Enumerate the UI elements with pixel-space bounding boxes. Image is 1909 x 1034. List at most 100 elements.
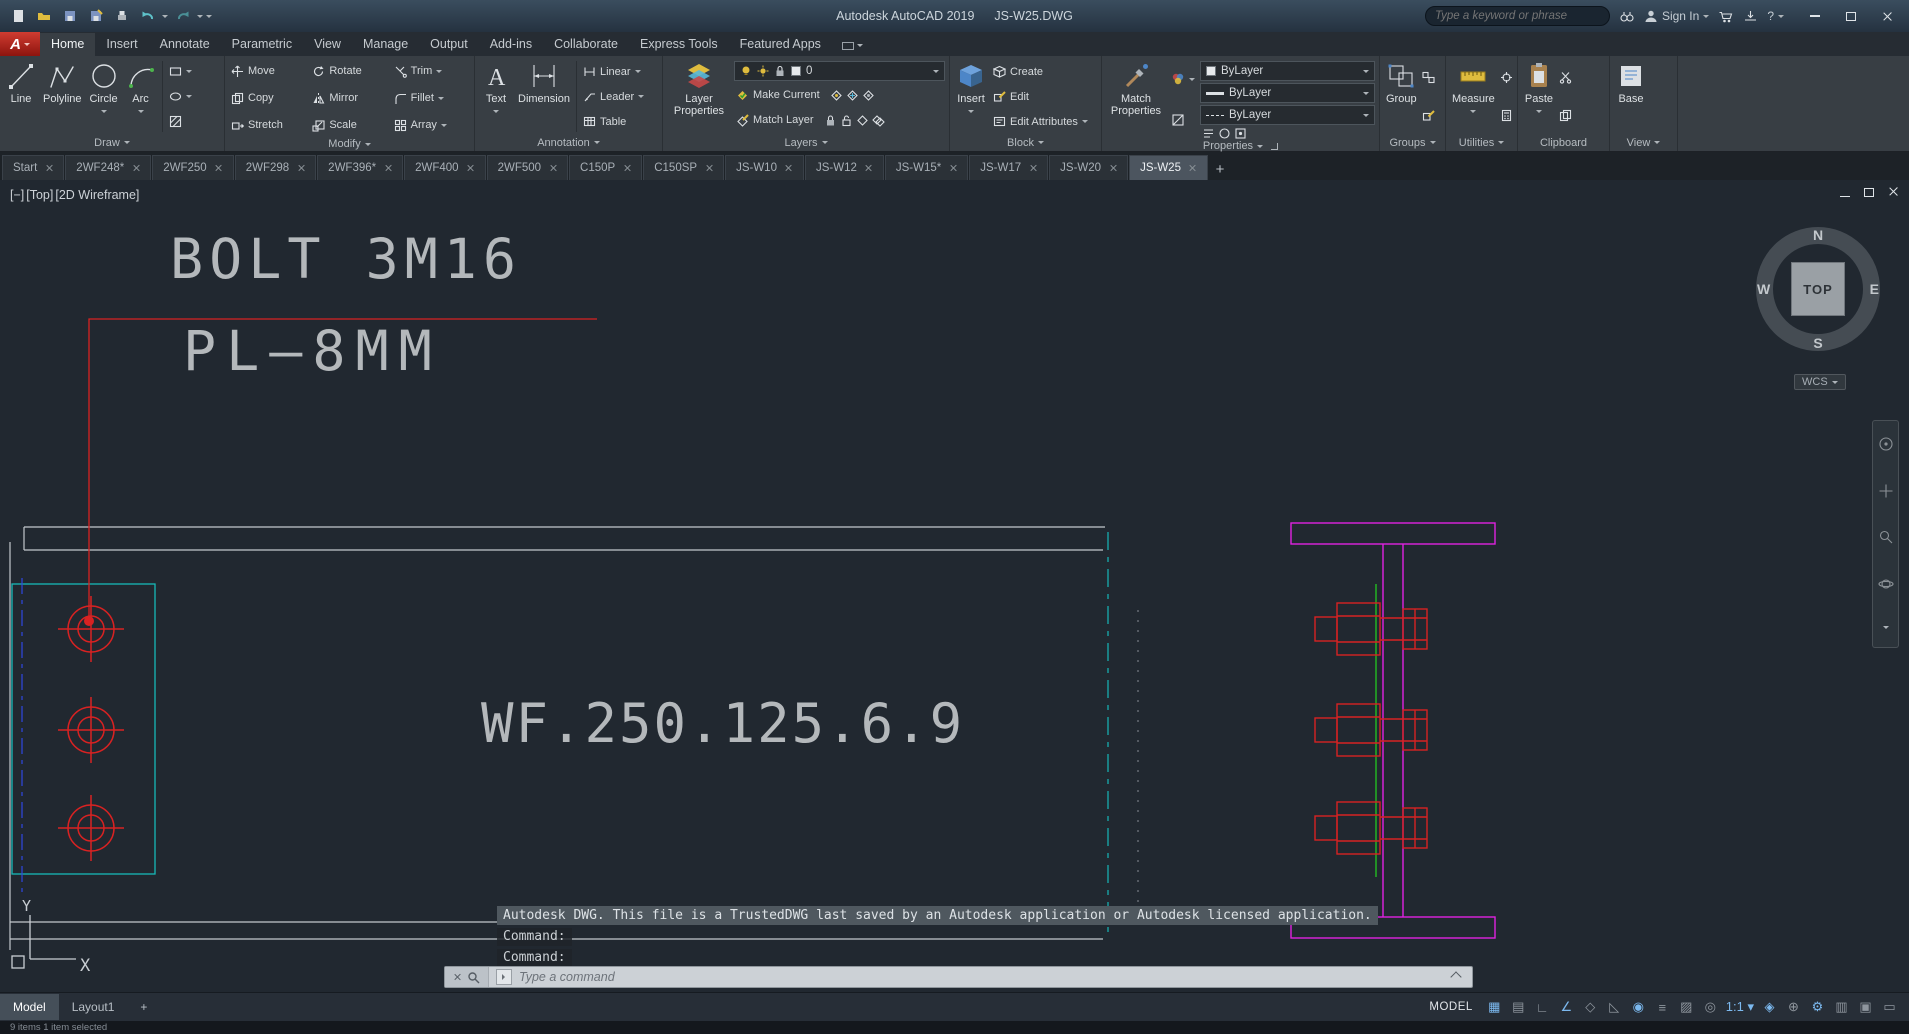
undo-caret-icon[interactable]	[162, 14, 168, 21]
model-space-button[interactable]: MODEL	[1420, 1001, 1481, 1013]
status-toggle[interactable]: ▦	[1483, 996, 1506, 1018]
file-tab-close-icon[interactable]	[865, 164, 873, 172]
status-toggle[interactable]: ⚙	[1806, 996, 1829, 1018]
panel-label-utilities[interactable]: Utilities	[1446, 134, 1517, 151]
new-file-icon[interactable]	[6, 6, 29, 27]
viewcube-east[interactable]: E	[1870, 281, 1879, 297]
search-binoculars-icon[interactable]	[1619, 9, 1635, 23]
status-toggle[interactable]: ◎	[1699, 996, 1722, 1018]
properties-tool-icon[interactable]	[1218, 127, 1231, 140]
circle-button[interactable]: Circle	[87, 59, 121, 134]
file-tab[interactable]: JS-W12	[804, 155, 884, 180]
file-tab-close-icon[interactable]	[467, 164, 475, 172]
status-toggle[interactable]: ▤	[1507, 996, 1530, 1018]
match-layer-button[interactable]: Match Layer	[734, 109, 816, 131]
ribbon-tab[interactable]: View	[303, 33, 352, 56]
sign-in-menu[interactable]: Sign In	[1644, 9, 1710, 23]
status-toggle[interactable]: ◉	[1627, 996, 1650, 1018]
ribbon-tab[interactable]: Output	[419, 33, 479, 56]
group-button[interactable]: Group	[1384, 59, 1419, 134]
file-tab-close-icon[interactable]	[297, 164, 305, 172]
bolt-note-text[interactable]: BOLT 3M16	[170, 227, 522, 291]
file-tab-close-icon[interactable]	[1029, 164, 1037, 172]
file-tab[interactable]: 2WF396*	[317, 155, 404, 180]
hatch-button[interactable]	[167, 111, 194, 133]
file-tab[interactable]: C150SP	[643, 155, 725, 180]
panel-label-modify[interactable]: Modify	[225, 137, 474, 151]
copy-button[interactable]: Copy	[229, 87, 307, 109]
panel-label-draw[interactable]: Draw	[0, 134, 224, 151]
beam-label-text[interactable]: WF.250.125.6.9	[481, 692, 964, 755]
doc-minimize-button[interactable]	[1840, 186, 1850, 200]
model-tab[interactable]: Model	[0, 994, 59, 1020]
ribbon-tab[interactable]: Insert	[95, 33, 148, 56]
layer-isolate-icon[interactable]	[830, 89, 843, 102]
file-tab[interactable]: 2WF250	[152, 155, 234, 180]
bolt-side-view-2[interactable]	[1314, 703, 1428, 757]
rectangle-button[interactable]	[167, 61, 194, 83]
command-input[interactable]	[519, 970, 1452, 984]
layer-lock-tool-icon[interactable]	[824, 114, 837, 127]
array-button[interactable]: Array	[392, 114, 470, 136]
file-tab-close-icon[interactable]	[215, 164, 223, 172]
edit-attributes-button[interactable]: Edit Attributes	[991, 111, 1090, 133]
status-toggle[interactable]: 1:1 ▾	[1723, 996, 1757, 1018]
panel-label-view[interactable]: View	[1610, 134, 1677, 151]
paste-button[interactable]: Paste	[1522, 59, 1556, 134]
linetype-dropdown[interactable]: ByLayer	[1200, 105, 1375, 125]
panel-label-properties[interactable]: Properties	[1102, 140, 1379, 152]
layout-tab[interactable]: Layout1	[59, 994, 128, 1020]
color-wheel-button[interactable]	[1169, 68, 1197, 90]
file-tab[interactable]: 2WF298	[234, 155, 317, 180]
move-button[interactable]: Move	[229, 60, 307, 82]
ribbon-tab[interactable]: Featured Apps	[729, 33, 832, 56]
minimize-button[interactable]	[1799, 5, 1831, 27]
ribbon-tab[interactable]: Home	[40, 33, 96, 56]
panel-label-block[interactable]: Block	[950, 134, 1101, 151]
ribbon-tab[interactable]: Collaborate	[543, 33, 629, 56]
viewcube-north[interactable]: N	[1813, 227, 1823, 243]
status-toggle[interactable]: ∠	[1555, 996, 1578, 1018]
match-properties-button[interactable]: Match Properties	[1106, 59, 1166, 140]
transparency-button[interactable]	[1169, 109, 1197, 131]
leader-button[interactable]: Leader	[581, 86, 646, 108]
status-toggle[interactable]: ◺	[1603, 996, 1626, 1018]
status-toggle[interactable]: ◈	[1758, 996, 1781, 1018]
status-toggle[interactable]: ▣	[1854, 996, 1877, 1018]
file-tab[interactable]: 2WF500	[486, 155, 569, 180]
object-color-dropdown[interactable]: ByLayer	[1200, 61, 1375, 81]
cut-icon[interactable]	[1559, 71, 1572, 84]
new-drawing-tab-button[interactable]: +	[1209, 158, 1231, 180]
status-toggle[interactable]: ▭	[1878, 996, 1901, 1018]
doc-restore-button[interactable]	[1864, 186, 1874, 200]
file-tab-close-icon[interactable]	[132, 164, 140, 172]
command-history-chevron-icon[interactable]	[1450, 971, 1462, 983]
file-tab-close-icon[interactable]	[45, 164, 53, 172]
mirror-button[interactable]: Mirror	[310, 87, 388, 109]
layer-thaw-sun-icon[interactable]	[757, 65, 769, 77]
properties-dialog-launcher-icon[interactable]	[1271, 142, 1279, 150]
ribbon-tab[interactable]: Express Tools	[629, 33, 729, 56]
file-tab-close-icon[interactable]	[623, 164, 631, 172]
ungroup-icon[interactable]	[1422, 71, 1435, 84]
qat-customize-caret-icon[interactable]	[206, 14, 212, 21]
help-menu[interactable]: ?	[1767, 9, 1784, 23]
file-tab[interactable]: JS-W10	[725, 155, 804, 180]
ribbon-tab[interactable]: Add-ins	[479, 33, 543, 56]
app-store-cart-icon[interactable]	[1718, 9, 1734, 24]
file-tab[interactable]: JS-W20	[1049, 155, 1129, 180]
ucs-icon[interactable]: Y X	[11, 897, 91, 976]
bolt-symbol-1[interactable]	[58, 596, 124, 662]
id-point-icon[interactable]	[1500, 71, 1513, 84]
viewport-view-button[interactable]: [Top]	[26, 188, 53, 202]
layer-off-icon[interactable]	[862, 89, 875, 102]
recent-commands-search-icon[interactable]	[467, 971, 480, 984]
file-tab[interactable]: JS-W25	[1129, 155, 1208, 180]
file-tab[interactable]: Start	[2, 155, 65, 180]
layer-merge-icon[interactable]	[871, 114, 885, 127]
insert-block-button[interactable]: Insert	[954, 59, 988, 134]
bolt-side-view-3[interactable]	[1314, 801, 1428, 855]
layer-unlock-tool-icon[interactable]	[840, 114, 853, 127]
status-toggle[interactable]: ▨	[1675, 996, 1698, 1018]
layer-freeze-icon[interactable]	[846, 89, 859, 102]
